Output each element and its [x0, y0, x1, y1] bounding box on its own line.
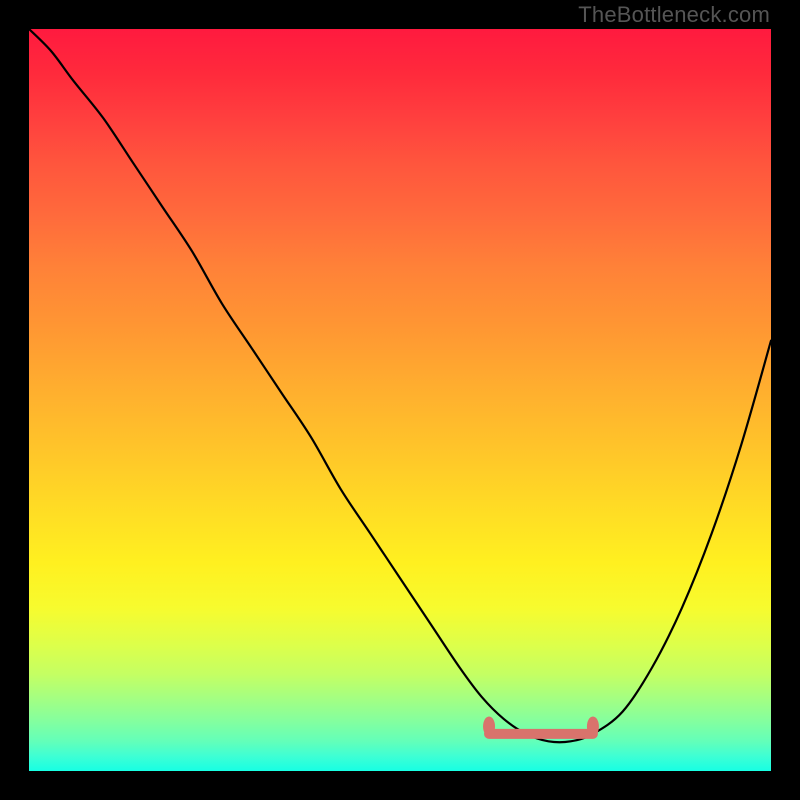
flat-start-marker: [483, 716, 495, 736]
curve-svg: [29, 29, 771, 771]
watermark-text: TheBottleneck.com: [578, 2, 770, 28]
plot-area: [29, 29, 771, 771]
flat-end-marker: [587, 716, 599, 736]
figure-frame: TheBottleneck.com: [0, 0, 800, 800]
bottleneck-curve-line: [29, 29, 771, 742]
